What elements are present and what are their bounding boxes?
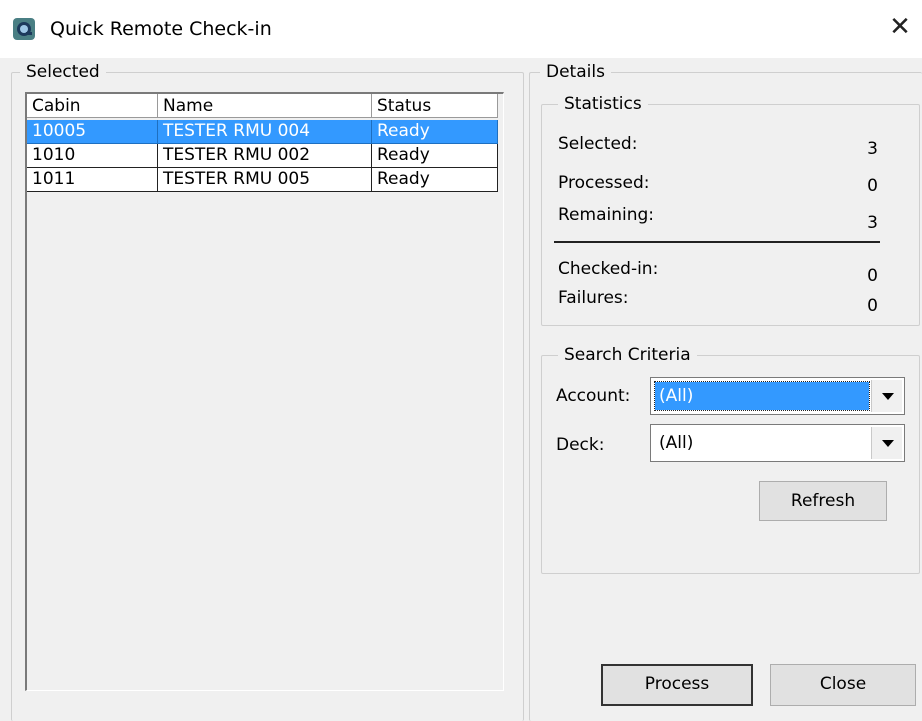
window-title: Quick Remote Check-in [50,18,272,40]
selected-cabins-list[interactable]: Cabin Name Status 10005 TESTER RMU 004 R… [25,92,504,691]
failures-count-value: 0 [867,296,878,316]
account-label: Account: [556,386,631,406]
table-row[interactable]: 1010 TESTER RMU 002 Ready [27,144,498,168]
name-cell: TESTER RMU 002 [158,144,372,168]
table-row[interactable]: 1011 TESTER RMU 005 Ready [27,168,498,192]
column-header-cabin[interactable]: Cabin [27,94,158,118]
selected-group-title: Selected [20,62,106,82]
refresh-button[interactable]: Refresh [759,481,887,521]
cabin-cell: 1010 [27,144,158,168]
cabin-cell: 1011 [27,168,158,192]
statistics-group-title: Statistics [558,94,648,114]
checked-in-count-value: 0 [867,266,878,286]
account-select[interactable]: (All) [650,377,905,415]
title-bar: Quick Remote Check-in ✕ [0,0,922,58]
failures-count-label: Failures: [558,288,629,308]
process-button[interactable]: Process [601,664,753,706]
chevron-down-icon[interactable] [871,380,902,412]
column-header-name[interactable]: Name [158,94,372,118]
list-header: Cabin Name Status [27,94,498,120]
deck-select[interactable]: (All) [650,424,905,462]
deck-label: Deck: [556,435,605,455]
status-cell: Ready [372,120,498,144]
statistics-separator [554,241,880,243]
table-row[interactable]: 10005 TESTER RMU 004 Ready [27,120,498,144]
column-header-status[interactable]: Status [372,94,498,118]
status-cell: Ready [372,144,498,168]
account-select-value: (All) [654,381,870,411]
name-cell: TESTER RMU 005 [158,168,372,192]
processed-count-label: Processed: [558,173,650,193]
checked-in-count-label: Checked-in: [558,259,659,279]
close-icon[interactable]: ✕ [884,10,916,44]
app-icon [13,18,35,40]
selected-count-value: 3 [867,139,878,159]
search-criteria-group-title: Search Criteria [558,345,697,365]
status-cell: Ready [372,168,498,192]
remaining-count-label: Remaining: [558,205,654,225]
name-cell: TESTER RMU 004 [158,120,372,144]
processed-count-value: 0 [867,176,878,196]
cabin-cell: 10005 [27,120,158,144]
close-button[interactable]: Close [770,664,916,706]
deck-select-value: (All) [659,433,694,453]
chevron-down-icon[interactable] [871,427,902,459]
selected-count-label: Selected: [558,134,638,154]
details-group-title: Details [540,62,611,82]
remaining-count-value: 3 [867,213,878,233]
